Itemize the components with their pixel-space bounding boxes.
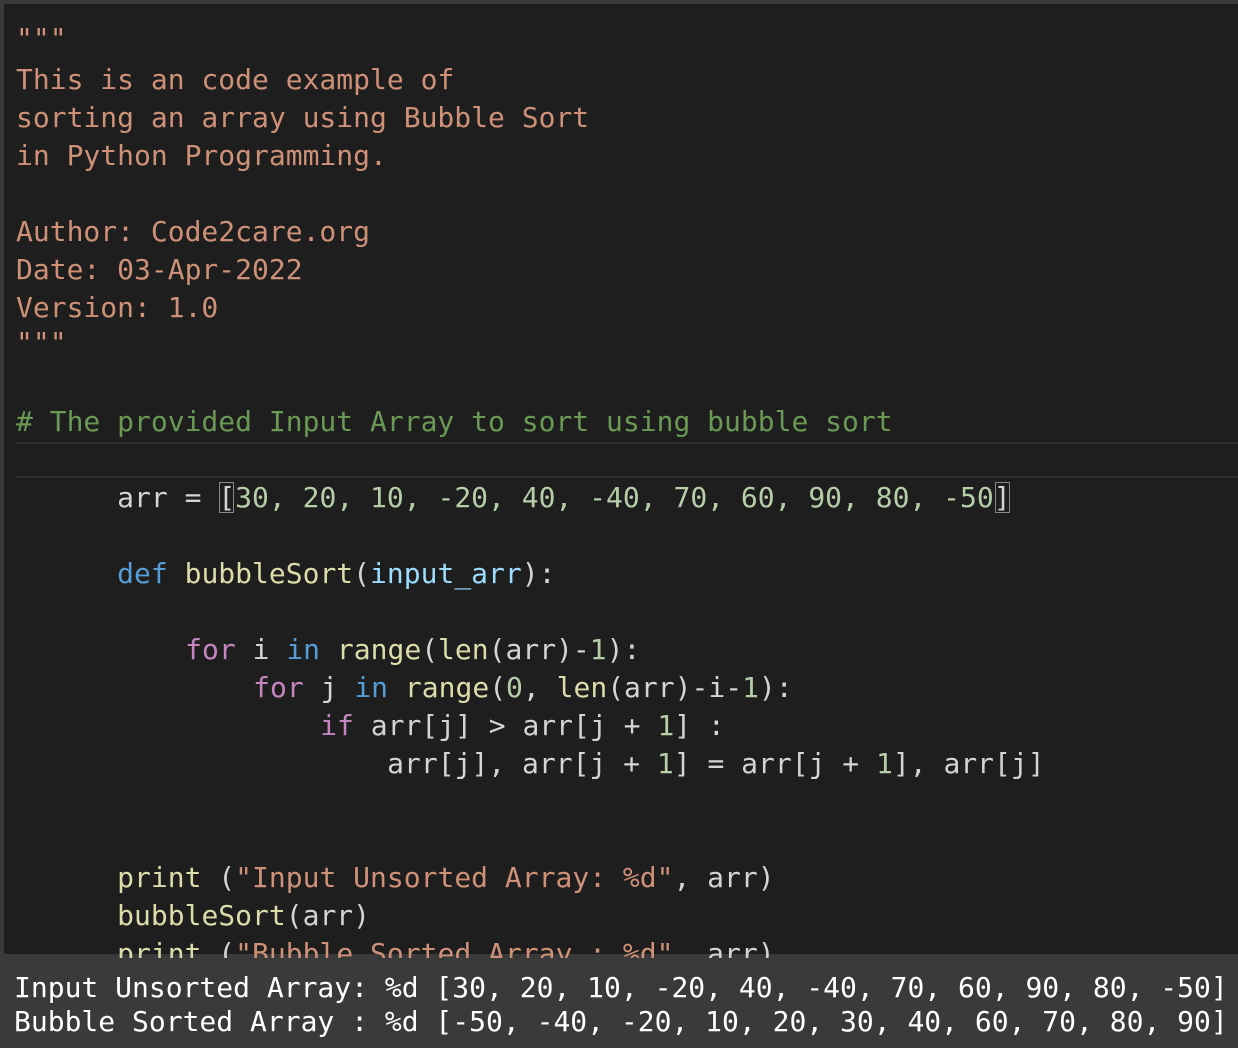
print-unsorted-line: print ("Input Unsorted Array: %d", arr) xyxy=(16,821,775,859)
comment-line: # The provided Input Array to sort using… xyxy=(16,403,893,441)
docstring-version: Version: 1.0 xyxy=(16,289,218,327)
code-editor[interactable]: """ This is an code example of sorting a… xyxy=(4,4,1238,954)
docstring-line-2: sorting an array using Bubble Sort xyxy=(16,99,589,137)
docstring-line-1: This is an code example of xyxy=(16,61,454,99)
array-assignment-line: arr = [30, 20, 10, -20, 40, -40, 70, 60,… xyxy=(16,441,1011,479)
if-line: if arr[j] > arr[j + 1] : xyxy=(219,669,725,707)
output-panel: Input Unsorted Array: %d [30, 20, 10, -2… xyxy=(4,958,1238,1048)
def-line: def bubbleSort(input_arr): xyxy=(16,517,555,555)
docstring-date: Date: 03-Apr-2022 xyxy=(16,251,303,289)
open-bracket: [ xyxy=(218,481,235,514)
docstring-close: """ xyxy=(16,324,67,362)
docstring-open: """ xyxy=(16,20,67,58)
call-bubblesort-line: bubbleSort(arr) xyxy=(16,859,370,897)
output-line-sorted: Bubble Sorted Array : %d [-50, -40, -20,… xyxy=(14,1005,1228,1039)
code-window: """ This is an code example of sorting a… xyxy=(0,0,1238,1048)
docstring-author: Author: Code2care.org xyxy=(16,213,370,251)
for-j-line: for j in range(0, len(arr)-i-1): xyxy=(152,631,793,669)
def-keyword: def xyxy=(117,557,168,590)
array-lhs: arr = xyxy=(117,481,218,514)
function-name: bubbleSort xyxy=(185,557,354,590)
close-bracket: ] xyxy=(994,481,1011,514)
docstring-line-3: in Python Programming. xyxy=(16,137,387,175)
function-param: input_arr xyxy=(370,557,522,590)
output-line-unsorted: Input Unsorted Array: %d [30, 20, 10, -2… xyxy=(14,971,1228,1005)
for-i-line: for i in range(len(arr)-1): xyxy=(84,593,640,631)
print-sorted-line: print ("Bubble Sorted Array : %d", arr) xyxy=(16,897,775,935)
swap-line: arr[j], arr[j + 1] = arr[j + 1], arr[j] xyxy=(286,707,1045,745)
array-values: 30, 20, 10, -20, 40, -40, 70, 60, 90, 80… xyxy=(235,481,994,514)
